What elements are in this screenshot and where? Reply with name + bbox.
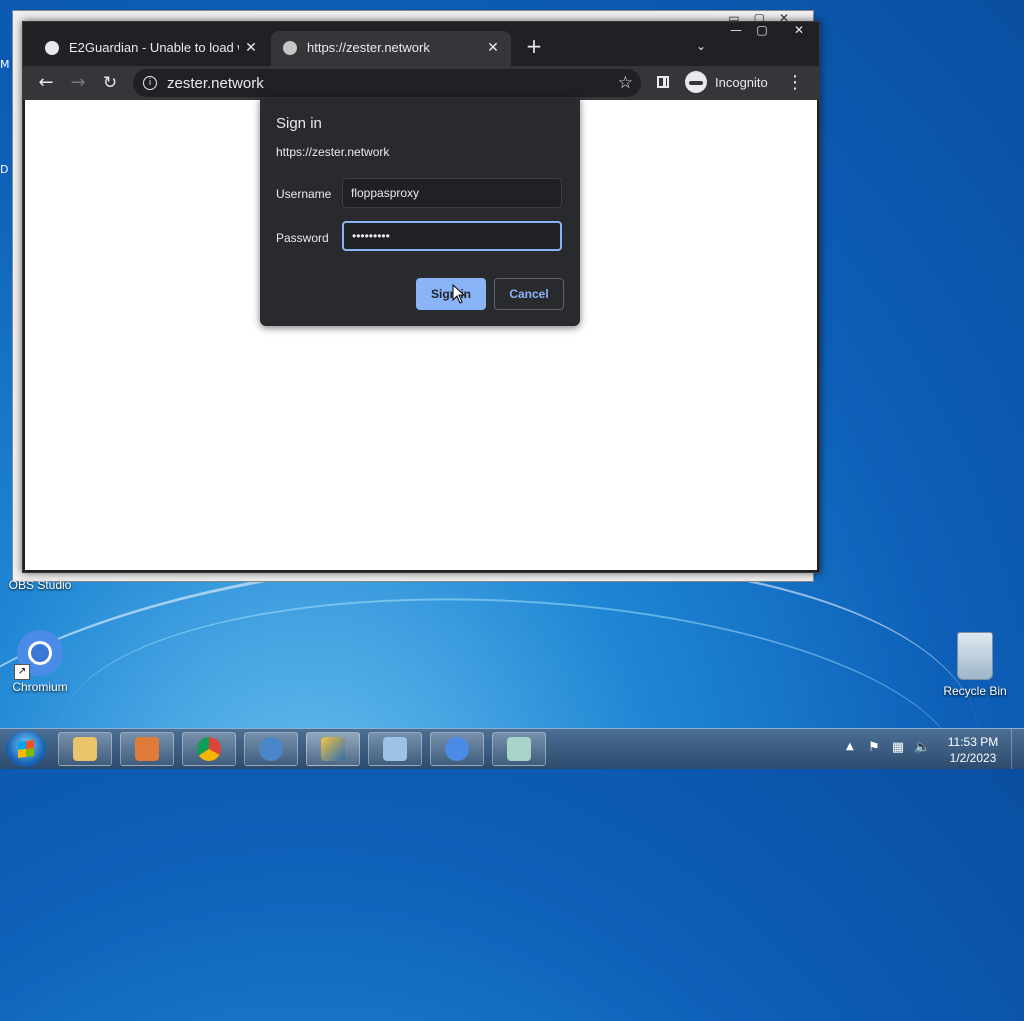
tab-e2guardian[interactable]: E2Guardian - Unable to load web ✕	[33, 31, 269, 66]
globe-icon	[45, 41, 59, 55]
start-button[interactable]	[6, 731, 46, 767]
qbittorrent-icon	[259, 737, 283, 761]
video-editor-icon	[321, 737, 345, 761]
taskbar-control-panel[interactable]	[368, 732, 422, 766]
close-tab-icon[interactable]: ✕	[483, 37, 503, 57]
tab-strip: E2Guardian - Unable to load web ✕ https:…	[23, 22, 819, 66]
desktop-icon-recycle-bin[interactable]: Recycle Bin	[937, 632, 1013, 698]
taskbar-notepad[interactable]	[492, 732, 546, 766]
cancel-button[interactable]: Cancel	[494, 278, 564, 310]
taskbar-chromium[interactable]	[430, 732, 484, 766]
desktop-icon-obs-studio[interactable]: OBS Studio	[2, 578, 78, 592]
browser-menu-icon[interactable]: ⋮	[785, 71, 805, 95]
address-url: zester.network	[167, 75, 264, 92]
volume-icon[interactable]: 🔈	[914, 740, 930, 756]
show-hidden-icons-button[interactable]: ▲	[846, 741, 854, 752]
username-field[interactable]: floppasproxy	[342, 178, 562, 208]
sign-in-dialog: Sign in https://zester.network Username …	[260, 98, 580, 326]
desktop-icon-label: OBS Studio	[8, 578, 72, 592]
back-arrow-icon[interactable]: ←	[34, 71, 58, 95]
action-center-icon[interactable]: ⚑	[866, 740, 882, 756]
close-window-button[interactable]: ✕	[779, 22, 819, 40]
show-desktop-button[interactable]	[1011, 729, 1024, 769]
taskbar: ▲ ⚑ ▦ 🔈 11:53 PM 1/2/2023	[0, 728, 1024, 769]
taskbar-qbittorrent[interactable]	[244, 732, 298, 766]
folder-icon	[73, 737, 97, 761]
incognito-icon	[685, 71, 707, 93]
clock-date: 1/2/2023	[949, 751, 997, 765]
desktop-icon-label: Chromium	[12, 680, 68, 694]
password-field[interactable]: •••••••••	[342, 221, 562, 251]
shortcut-arrow-icon: ↗	[14, 664, 30, 680]
recycle-bin-icon	[957, 632, 993, 680]
reload-icon[interactable]: ↻	[98, 71, 122, 95]
tab-search-icon[interactable]: ⌄	[691, 36, 711, 56]
taskbar-chrome[interactable]	[182, 732, 236, 766]
browser-toolbar: ← → ↻ i zester.network ☆ Incognito ⋮	[23, 66, 819, 100]
chromium-icon	[445, 737, 469, 761]
tab-title: https://zester.network	[307, 40, 430, 55]
taskbar-media-player[interactable]	[120, 732, 174, 766]
new-tab-button[interactable]: +	[523, 35, 545, 57]
clipped-desktop-text: D	[0, 163, 9, 176]
chrome-icon	[197, 737, 221, 761]
media-player-icon	[135, 737, 159, 761]
site-info-icon[interactable]: i	[143, 76, 157, 90]
control-panel-icon	[383, 737, 407, 761]
username-label: Username	[276, 187, 332, 201]
sign-in-button[interactable]: Sign in	[416, 278, 486, 310]
desktop-icon-chromium[interactable]: ↗ Chromium	[2, 630, 78, 694]
dialog-origin: https://zester.network	[276, 145, 390, 159]
maximize-button[interactable]: ▢	[749, 22, 775, 40]
side-panel-icon[interactable]	[657, 76, 669, 88]
password-label: Password	[276, 231, 329, 245]
forward-arrow-icon[interactable]: →	[66, 71, 90, 95]
system-clock[interactable]: 11:53 PM 1/2/2023	[940, 734, 1006, 766]
tab-title: E2Guardian - Unable to load web	[69, 40, 239, 55]
tab-zester-network[interactable]: https://zester.network ✕	[271, 31, 511, 66]
minimize-button[interactable]: —	[723, 22, 749, 40]
network-icon[interactable]: ▦	[890, 740, 906, 756]
taskbar-video-editor[interactable]	[306, 732, 360, 766]
dialog-title: Sign in	[276, 115, 322, 132]
taskbar-explorer[interactable]	[58, 732, 112, 766]
close-tab-icon[interactable]: ✕	[241, 37, 261, 57]
mouse-cursor-icon	[452, 284, 466, 304]
clock-time: 11:53 PM	[947, 735, 999, 749]
globe-icon	[283, 41, 297, 55]
clipped-desktop-text: M	[0, 58, 10, 71]
desktop-icon-label: Recycle Bin	[943, 684, 1007, 698]
address-bar[interactable]: i zester.network ☆	[133, 69, 641, 97]
notepad-icon	[507, 737, 531, 761]
incognito-label: Incognito	[715, 75, 768, 90]
bookmark-star-icon[interactable]: ☆	[618, 73, 633, 93]
